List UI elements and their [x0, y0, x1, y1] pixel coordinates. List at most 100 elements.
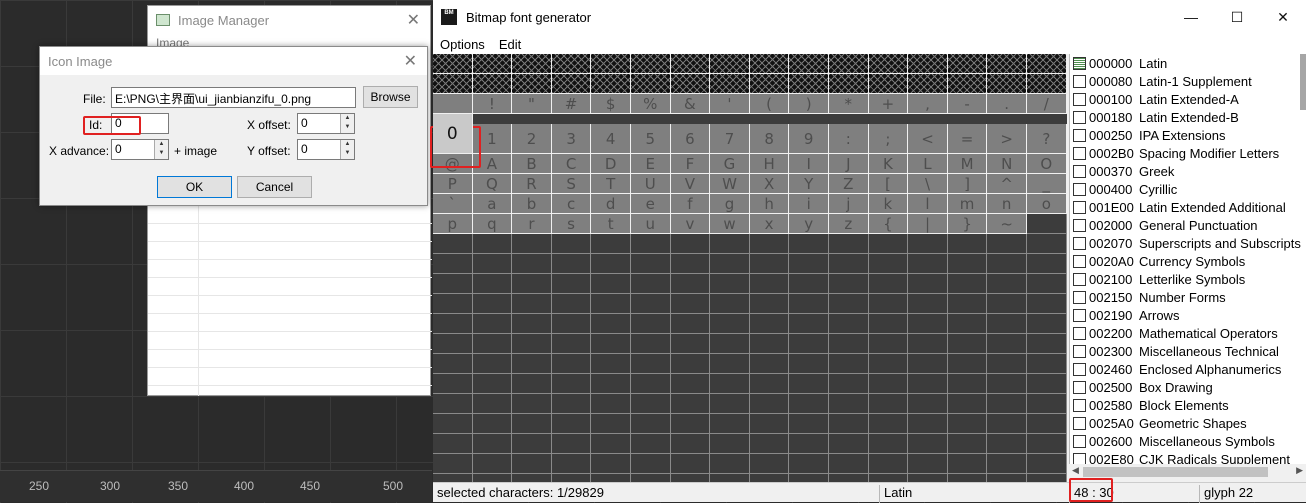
glyph-cell-empty[interactable] [472, 294, 513, 314]
range-list-item[interactable]: 000370 Greek [1070, 162, 1306, 180]
glyph-cell-control[interactable] [868, 74, 909, 94]
glyph-cell-control[interactable] [789, 54, 829, 74]
spin-up-icon[interactable]: ▲ [341, 114, 354, 123]
glyph-cell-control[interactable] [908, 74, 948, 94]
glyph-cell-empty[interactable] [908, 334, 948, 354]
glyph-cell-empty[interactable] [433, 374, 473, 394]
glyph-cell[interactable]: 9 [789, 124, 829, 154]
glyph-cell-empty[interactable] [512, 294, 552, 314]
glyph-cell-empty[interactable] [868, 294, 909, 314]
glyph-cell[interactable]: ( [749, 94, 790, 114]
range-list-item[interactable]: 002100 Letterlike Symbols [1070, 270, 1306, 288]
range-checkbox[interactable] [1073, 200, 1086, 214]
glyph-cell-empty[interactable] [670, 434, 711, 454]
glyph-cell-empty[interactable] [472, 394, 513, 414]
glyph-cell-empty[interactable] [591, 414, 631, 434]
glyph-cell-empty[interactable] [472, 414, 513, 434]
glyph-cell-empty[interactable] [947, 394, 988, 414]
list-item[interactable] [148, 278, 432, 296]
glyph-cell-control[interactable] [947, 54, 988, 74]
range-checkbox[interactable] [1073, 362, 1086, 376]
glyph-cell-empty[interactable] [947, 254, 988, 274]
glyph-cell-empty[interactable] [789, 294, 829, 314]
range-checkbox[interactable] [1073, 56, 1086, 70]
glyph-cell-control[interactable] [551, 74, 592, 94]
glyph-cell[interactable]: 6 [670, 124, 711, 154]
glyph-cell[interactable]: X [749, 174, 790, 194]
glyph-cell[interactable]: B [512, 154, 552, 174]
glyph-cell-control[interactable] [591, 74, 631, 94]
glyph-cell-empty[interactable] [749, 314, 790, 334]
glyph-cell-control[interactable] [749, 74, 790, 94]
glyph-cell[interactable]: m [947, 194, 988, 214]
glyph-cell-empty[interactable] [433, 254, 473, 274]
glyph-cell-control[interactable] [829, 54, 869, 74]
range-checkbox[interactable] [1073, 236, 1086, 250]
glyph-cell[interactable]: a [472, 194, 513, 214]
glyph-cell-empty[interactable] [512, 254, 552, 274]
glyph-cell-control[interactable] [670, 74, 711, 94]
range-list-item[interactable]: 000180 Latin Extended-B [1070, 108, 1306, 126]
glyph-cell[interactable]: C [551, 154, 592, 174]
glyph-cell-empty[interactable] [710, 274, 750, 294]
glyph-cell[interactable]: & [670, 94, 711, 114]
glyph-cell-empty[interactable] [868, 314, 909, 334]
spin-down-icon[interactable]: ▼ [155, 149, 168, 158]
glyph-cell[interactable]: u [631, 214, 671, 234]
glyph-cell[interactable]: 7 [710, 124, 750, 154]
glyph-cell-empty[interactable] [947, 294, 988, 314]
glyph-cell-empty[interactable] [433, 234, 473, 254]
glyph-cell-empty[interactable] [591, 234, 631, 254]
glyph-cell-empty[interactable] [1027, 314, 1067, 334]
image-list[interactable] [148, 206, 432, 396]
glyph-cell-empty[interactable] [908, 314, 948, 334]
glyph-cell-empty[interactable] [947, 314, 988, 334]
glyph-cell[interactable]: + [868, 94, 909, 114]
glyph-cell[interactable]: ; [868, 124, 909, 154]
glyph-cell-control[interactable] [433, 54, 473, 74]
range-checkbox[interactable] [1073, 182, 1086, 196]
glyph-cell-empty[interactable] [433, 434, 473, 454]
glyph-cell-empty[interactable] [591, 294, 631, 314]
glyph-cell-empty[interactable] [1027, 414, 1067, 434]
glyph-cell[interactable]: N [987, 154, 1027, 174]
glyph-cell[interactable]: 5 [631, 124, 671, 154]
x-offset-stepper[interactable]: 0 ▲ ▼ [297, 113, 355, 134]
glyph-cell-empty[interactable] [670, 334, 711, 354]
scroll-left-icon[interactable]: ◀ [1072, 465, 1079, 476]
glyph-cell[interactable]: G [710, 154, 750, 174]
y-offset-stepper[interactable]: 0 ▲ ▼ [297, 139, 355, 160]
glyph-cell-empty[interactable] [710, 354, 750, 374]
glyph-cell-empty[interactable] [789, 434, 829, 454]
glyph-cell-empty[interactable] [551, 454, 592, 474]
glyph-cell-empty[interactable] [710, 294, 750, 314]
glyph-cell-empty[interactable] [908, 434, 948, 454]
glyph-cell-empty[interactable] [591, 394, 631, 414]
glyph-cell-empty[interactable] [1027, 294, 1067, 314]
glyph-cell[interactable]: e [631, 194, 671, 214]
range-checkbox[interactable] [1073, 74, 1086, 88]
glyph-cell[interactable]: b [512, 194, 552, 214]
glyph-cell-empty[interactable] [1027, 454, 1067, 474]
glyph-cell-empty[interactable] [749, 394, 790, 414]
glyph-cell-empty[interactable] [433, 274, 473, 294]
glyph-cell[interactable]: ! [472, 94, 513, 114]
glyph-cell-empty[interactable] [512, 374, 552, 394]
glyph-cell-empty[interactable] [710, 434, 750, 454]
glyph-cell-empty[interactable] [551, 354, 592, 374]
glyph-cell-empty[interactable] [749, 334, 790, 354]
glyph-cell[interactable]: > [987, 124, 1027, 154]
glyph-cell-empty[interactable] [789, 454, 829, 474]
glyph-cell-empty[interactable] [512, 234, 552, 254]
glyph-cell-empty[interactable] [433, 354, 473, 374]
glyph-cell-empty[interactable] [987, 454, 1027, 474]
glyph-cell-control[interactable] [947, 74, 988, 94]
glyph-cell-empty[interactable] [829, 434, 869, 454]
glyph-cell-empty[interactable] [512, 434, 552, 454]
glyph-cell[interactable]: j [829, 194, 869, 214]
glyph-cell[interactable]: M [947, 154, 988, 174]
glyph-cell[interactable]: V [670, 174, 711, 194]
range-list-item[interactable]: 002200 Mathematical Operators [1070, 324, 1306, 342]
glyph-cell[interactable]: \ [908, 174, 948, 194]
range-checkbox[interactable] [1073, 398, 1086, 412]
